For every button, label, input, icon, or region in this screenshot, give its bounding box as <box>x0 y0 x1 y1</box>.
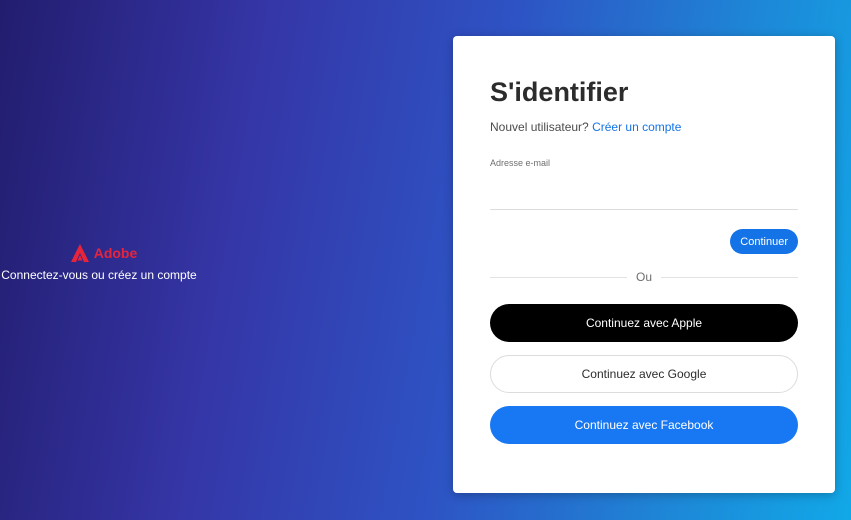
brand-tagline: Connectez-vous ou créez un compte <box>1 268 197 282</box>
continue-with-facebook-button[interactable]: Continuez avec Facebook <box>490 406 798 444</box>
continue-button[interactable]: Continuer <box>730 229 798 254</box>
continue-with-apple-button[interactable]: Continuez avec Apple <box>490 304 798 342</box>
divider-line-right <box>661 276 799 278</box>
page-title: S'identifier <box>490 77 629 107</box>
create-account-link[interactable]: Créer un compte <box>592 120 681 134</box>
adobe-logo-icon <box>70 244 89 262</box>
or-divider: Ou <box>490 270 799 284</box>
divider-line-left <box>490 276 627 278</box>
divider-text: Ou <box>636 270 653 284</box>
brand-panel: Adobe Connectez-vous ou créez un compte <box>0 244 198 282</box>
new-user-prompt: Nouvel utilisateur? Créer un compte <box>490 120 798 134</box>
new-user-text: Nouvel utilisateur? <box>490 120 589 134</box>
email-label: Adresse e-mail <box>490 158 551 168</box>
email-field[interactable] <box>490 174 798 210</box>
continue-row: Continuer <box>490 229 798 254</box>
brand-name: Adobe <box>93 245 138 261</box>
brand-logo-row: Adobe <box>70 244 138 262</box>
continue-with-google-button[interactable]: Continuez avec Google <box>490 355 798 393</box>
signin-card: S'identifier Nouvel utilisateur? Créer u… <box>453 36 835 493</box>
